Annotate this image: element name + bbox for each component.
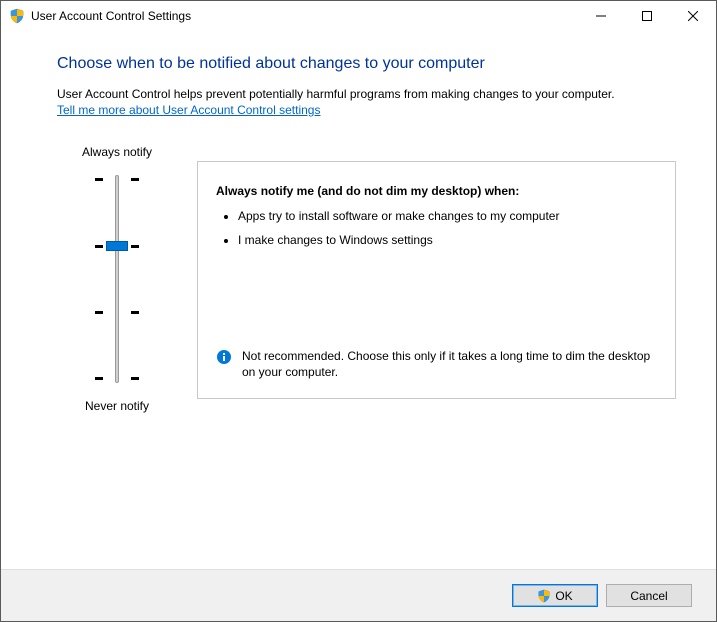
uac-shield-icon — [9, 8, 25, 24]
uac-shield-icon — [537, 589, 551, 603]
recommendation-text: Not recommended. Choose this only if it … — [242, 348, 657, 380]
learn-more-link[interactable]: Tell me more about User Account Control … — [57, 103, 320, 117]
cancel-button-label: Cancel — [630, 589, 667, 603]
level-description-title: Always notify me (and do not dim my desk… — [216, 184, 657, 198]
slider-tick — [95, 311, 103, 314]
minimize-button[interactable] — [578, 1, 624, 31]
content-area: Choose when to be notified about changes… — [1, 31, 716, 569]
info-icon — [216, 349, 232, 365]
recommendation-note: Not recommended. Choose this only if it … — [216, 348, 657, 380]
slider-tick — [131, 377, 139, 380]
cancel-button[interactable]: Cancel — [606, 584, 692, 607]
slider-tick — [95, 178, 103, 181]
slider-label-bottom: Never notify — [85, 399, 149, 413]
list-item: I make changes to Windows settings — [238, 232, 657, 248]
ok-button-label: OK — [555, 589, 572, 603]
slider-tick — [95, 245, 103, 248]
level-description-panel: Always notify me (and do not dim my desk… — [197, 161, 676, 399]
page-description: User Account Control helps prevent poten… — [57, 87, 676, 101]
slider-tick — [131, 311, 139, 314]
page-heading: Choose when to be notified about changes… — [57, 55, 676, 73]
notification-level-slider[interactable] — [87, 169, 147, 389]
dialog-footer: OK Cancel — [1, 569, 716, 621]
slider-tick — [131, 245, 139, 248]
window-title: User Account Control Settings — [31, 9, 191, 23]
ok-button[interactable]: OK — [512, 584, 598, 607]
slider-tick — [131, 178, 139, 181]
titlebar: User Account Control Settings — [1, 1, 716, 31]
slider-label-top: Always notify — [82, 145, 152, 159]
uac-settings-window: User Account Control Settings Choose whe… — [0, 0, 717, 622]
maximize-button[interactable] — [624, 1, 670, 31]
close-button[interactable] — [670, 1, 716, 31]
list-item: Apps try to install software or make cha… — [238, 208, 657, 224]
slider-tick — [95, 377, 103, 380]
slider-track — [115, 175, 119, 383]
slider-column: Always notify Never notify — [57, 145, 177, 413]
level-description-list: Apps try to install software or make cha… — [238, 208, 657, 248]
slider-thumb[interactable] — [106, 241, 128, 251]
